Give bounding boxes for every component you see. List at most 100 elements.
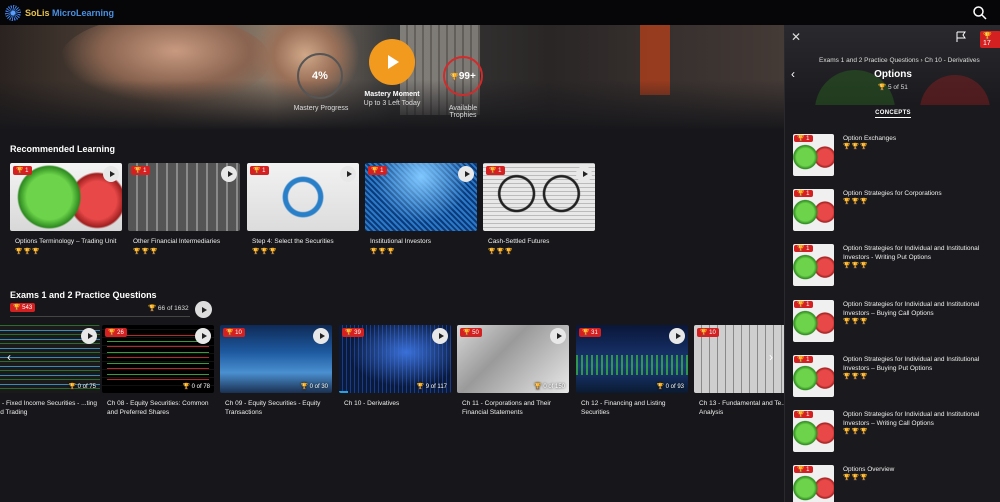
trophy-icons: 🏆🏆🏆 [843, 475, 869, 481]
trophy-icon: 🏆 [134, 168, 142, 174]
trophy-icons: 🏆🏆🏆 [843, 374, 869, 380]
card-title: Ch 12 - Financing and Listing Securities [581, 400, 666, 416]
trophy-icons: 🏆🏆🏆 [133, 249, 159, 255]
card-title: Options Terminology – Trading Unit [15, 238, 117, 245]
play-button[interactable] [432, 328, 448, 344]
card-badge: 10 [235, 330, 242, 336]
flag-icon[interactable] [955, 31, 967, 43]
tab-concepts[interactable]: CONCEPTS [875, 110, 911, 118]
practice-card[interactable]: 🏆 26 🏆 0 of 78 Ch 08 - Equity Securities… [102, 325, 214, 417]
recommended-card[interactable]: 🏆 1 Step 4: Select the Securities 🏆🏆🏆 [247, 163, 359, 255]
card-badge: 10 [709, 330, 716, 336]
trophy-icon: 🏆 [253, 168, 261, 174]
play-button[interactable] [313, 328, 329, 344]
concept-badge: 1 [806, 357, 810, 363]
concept-badge: 1 [806, 412, 810, 418]
trophy-icon: 🏆 [797, 246, 805, 252]
trophy-icon: 🏆 [797, 412, 805, 418]
panel-count: 5 of 51 [888, 84, 908, 91]
trophy-icon: 🏆 [345, 330, 353, 336]
search-icon[interactable] [972, 5, 988, 21]
trophy-icon: 🏆 [534, 384, 542, 390]
recommended-card[interactable]: 🏆 1 Options Terminology – Trading Unit 🏆… [10, 163, 122, 255]
practice-card[interactable]: 🏆 50 🏆 0 of 150 Ch 11 - Corporations and… [457, 325, 569, 417]
play-button[interactable] [550, 328, 566, 344]
card-title: Ch 08 - Equity Securities: Common and Pr… [107, 400, 209, 416]
play-button[interactable] [195, 328, 211, 344]
trophy-icon: 🏆 [797, 191, 805, 197]
trophy-icon: 🏆 [16, 168, 24, 174]
play-button[interactable] [669, 328, 685, 344]
panel-header: ✕ 🏆 17 Exams 1 and 2 Practice Questions … [785, 25, 1000, 105]
recommended-card[interactable]: 🏆 1 Institutional Investors 🏆🏆🏆 [365, 163, 477, 255]
practice-card[interactable]: 🏆 39 🏆 9 of 117 Ch 10 - Derivatives [339, 325, 451, 408]
card-title: 07 - Fixed Income Securities - ...ting a… [0, 400, 98, 416]
concept-badge: 1 [806, 302, 810, 308]
trophy-icon: 🏆 [450, 73, 459, 81]
trophy-icon: 🏆 [983, 33, 992, 40]
breadcrumb-item[interactable]: Ch 10 - Derivatives [925, 57, 980, 64]
practice-play-button[interactable] [195, 301, 212, 318]
card-badge: 1 [380, 168, 384, 174]
card-badge: 1 [262, 168, 266, 174]
trophy-icon: 🏆 [656, 384, 664, 390]
trophies-label: Available Trophies [448, 105, 478, 119]
play-button[interactable] [340, 166, 356, 182]
concept-item[interactable]: 🏆 1 Option Exchanges 🏆🏆🏆 [793, 134, 998, 178]
play-button[interactable] [221, 166, 237, 182]
logo-icon [5, 4, 21, 21]
play-button[interactable] [458, 166, 474, 182]
concept-item[interactable]: 🏆 1 Option Strategies for Individual and… [793, 300, 998, 344]
play-button[interactable] [576, 166, 592, 182]
card-progress: 0 of 93 [665, 384, 684, 390]
scroll-left-button[interactable]: ‹ [4, 347, 14, 367]
recommended-card[interactable]: 🏆 1 Other Financial Intermediaries 🏆🏆🏆 [128, 163, 240, 255]
play-button[interactable] [81, 328, 97, 344]
trophy-icon: 🏆 [489, 168, 497, 174]
concept-item[interactable]: 🏆 1 Options Overview 🏆🏆🏆 [793, 465, 998, 502]
trophy-icons: 🏆🏆🏆 [843, 199, 869, 205]
top-bar: SoLis MicroLearning [0, 0, 1000, 25]
card-badge: 1 [25, 168, 29, 174]
brand-secondary: MicroLearning [52, 7, 115, 18]
card-badge: 26 [117, 330, 124, 336]
concept-item[interactable]: 🏆 1 Option Strategies for Individual and… [793, 410, 998, 454]
trophy-icon: 🏆 [463, 330, 471, 336]
practice-card[interactable]: 🏆 10 Ch 13 - Fundamental and Te... Analy… [694, 325, 784, 417]
card-badge: 1 [143, 168, 147, 174]
card-title: Cash-Settled Futures [488, 238, 550, 245]
progress-bar [339, 391, 348, 393]
trophy-icon: 🏆 [797, 467, 805, 473]
play-icon [388, 55, 399, 69]
trophy-icon: 🏆 [68, 384, 76, 390]
mastery-moment-play-button[interactable] [369, 39, 415, 85]
card-badge: 1 [498, 168, 502, 174]
concept-item[interactable]: 🏆 1 Option Strategies for Individual and… [793, 244, 998, 288]
card-title: Ch 10 - Derivatives [344, 400, 400, 407]
trophy-icons: 🏆🏆🏆 [488, 249, 514, 255]
logo[interactable]: SoLis MicroLearning [5, 4, 115, 21]
practice-card[interactable]: 🏆 31 🏆 0 of 93 Ch 12 - Financing and Lis… [576, 325, 688, 417]
trophy-icon: 🏆 [108, 330, 116, 336]
trophy-icons: 🏆🏆🏆 [843, 263, 869, 269]
concept-title: Option Strategies for Corporations [843, 190, 942, 197]
card-progress: 9 of 117 [425, 384, 447, 390]
practice-card[interactable]: 🏆 0 of 75 07 - Fixed Income Securities -… [0, 325, 100, 417]
mastery-label: Mastery Progress [293, 105, 349, 112]
recommended-card[interactable]: 🏆 1 Cash-Settled Futures 🏆🏆🏆 [483, 163, 595, 255]
recommended-title: Recommended Learning [10, 144, 116, 154]
concept-item[interactable]: 🏆 1 Option Strategies for Corporations 🏆🏆… [793, 189, 998, 233]
trophies-ring: 🏆99+ [443, 56, 483, 96]
concept-title: Option Strategies for Individual and Ins… [843, 356, 980, 372]
trophy-icon: 🏆 [797, 136, 805, 142]
breadcrumb: Exams 1 and 2 Practice Questions › Ch 10… [819, 57, 980, 64]
scroll-right-button[interactable]: › [766, 347, 776, 367]
breadcrumb-item[interactable]: Exams 1 and 2 Practice Questions [819, 57, 919, 64]
play-button[interactable] [103, 166, 119, 182]
card-title: Ch 11 - Corporations and Their Financial… [462, 400, 552, 416]
practice-progress: 66 of 1632 [157, 305, 189, 312]
practice-card[interactable]: 🏆 10 🏆 0 of 30 Ch 09 - Equity Securities… [220, 325, 332, 417]
close-icon[interactable]: ✕ [791, 30, 801, 44]
concept-item[interactable]: 🏆 1 Option Strategies for Individual and… [793, 355, 998, 399]
mastery-moment-sub: Up to 3 Left Today [363, 100, 421, 107]
